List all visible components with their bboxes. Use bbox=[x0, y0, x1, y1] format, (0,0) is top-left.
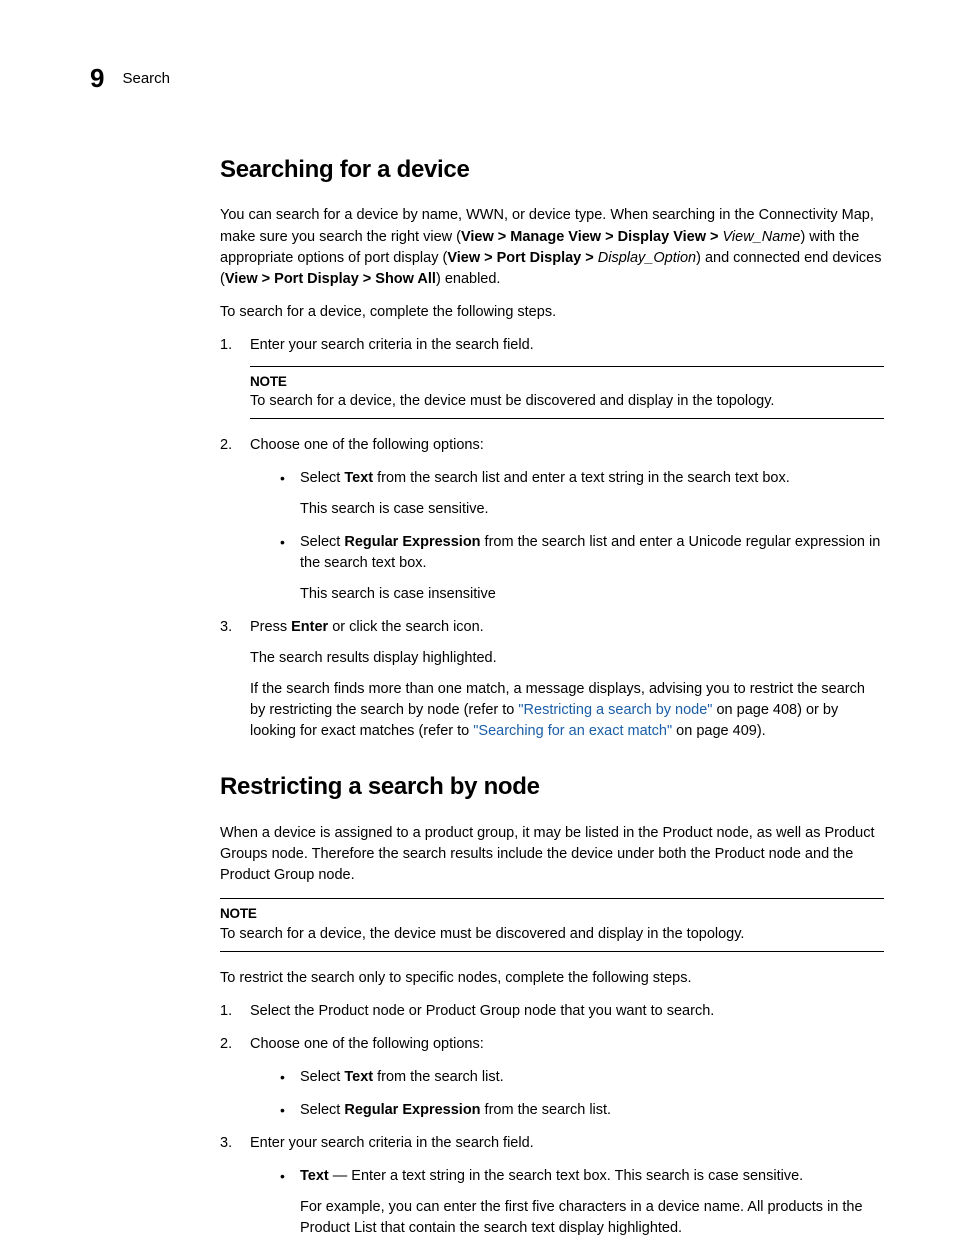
running-header: 9 Search bbox=[90, 60, 884, 98]
option-text: Text bbox=[300, 1168, 329, 1184]
key-enter: Enter bbox=[291, 619, 328, 635]
step-1: 1. Enter your search criteria in the sea… bbox=[220, 335, 884, 420]
text: Select bbox=[300, 1069, 344, 1085]
text: Press bbox=[250, 619, 291, 635]
steps-list-1: 1. Enter your search criteria in the sea… bbox=[220, 335, 884, 743]
bullet-text-option: Select Text from the search list and ent… bbox=[280, 468, 884, 520]
steps-list-2: 1. Select the Product node or Product Gr… bbox=[220, 1001, 884, 1239]
note-text: To search for a device, the device must … bbox=[220, 924, 884, 945]
step-text: Choose one of the following options: bbox=[250, 1036, 484, 1052]
step-text: Choose one of the following options: bbox=[250, 437, 484, 453]
text: on page 409). bbox=[672, 723, 766, 739]
menu-path-port-display: View > Port Display > bbox=[447, 250, 593, 266]
intro-paragraph-3: When a device is assigned to a product g… bbox=[220, 823, 884, 886]
option-text: Text bbox=[344, 470, 373, 486]
bullet-text-option: Select Text from the search list. bbox=[280, 1067, 884, 1088]
step-marker: 1. bbox=[220, 335, 232, 356]
intro-paragraph-1: You can search for a device by name, WWN… bbox=[220, 205, 884, 289]
content-area: Searching for a device You can search fo… bbox=[220, 153, 884, 1239]
menu-path-show-all: View > Port Display > Show All bbox=[225, 271, 436, 287]
step-text: Enter your search criteria in the search… bbox=[250, 337, 534, 353]
note-label: NOTE bbox=[250, 372, 884, 392]
placeholder-display-option: Display_Option bbox=[598, 250, 696, 266]
bullet-subtext: This search is case sensitive. bbox=[300, 499, 884, 520]
step-marker: 3. bbox=[220, 617, 232, 638]
option-regex: Regular Expression bbox=[344, 1102, 480, 1118]
text: — Enter a text string in the search text… bbox=[329, 1168, 803, 1184]
link-exact-match[interactable]: "Searching for an exact match" bbox=[473, 723, 672, 739]
bullet-list: Select Text from the search list and ent… bbox=[250, 468, 884, 605]
chapter-number: 9 bbox=[90, 60, 104, 98]
text: Select bbox=[300, 1102, 344, 1118]
note-label: NOTE bbox=[220, 904, 884, 924]
step-marker: 3. bbox=[220, 1133, 232, 1154]
note-box: NOTE To search for a device, the device … bbox=[220, 898, 884, 952]
intro-paragraph-4: To restrict the search only to specific … bbox=[220, 968, 884, 989]
bullet-list: Text — Enter a text string in the search… bbox=[250, 1166, 884, 1239]
chapter-title: Search bbox=[122, 68, 170, 90]
placeholder-view-name: View_Name bbox=[723, 229, 801, 245]
bullet-text-criteria: Text — Enter a text string in the search… bbox=[280, 1166, 884, 1239]
note-text: To search for a device, the device must … bbox=[250, 391, 884, 412]
step-3: 3. Enter your search criteria in the sea… bbox=[220, 1133, 884, 1239]
link-restricting-search[interactable]: "Restricting a search by node" bbox=[518, 702, 712, 718]
text: ) enabled. bbox=[436, 271, 501, 287]
step-marker: 2. bbox=[220, 1034, 232, 1055]
bullet-regex-option: Select Regular Expression from the searc… bbox=[280, 532, 884, 605]
option-text: Text bbox=[344, 1069, 373, 1085]
intro-paragraph-2: To search for a device, complete the fol… bbox=[220, 302, 884, 323]
step-subtext: If the search finds more than one match,… bbox=[250, 679, 884, 742]
step-marker: 2. bbox=[220, 435, 232, 456]
bullet-regex-option: Select Regular Expression from the searc… bbox=[280, 1100, 884, 1121]
bullet-subtext: For example, you can enter the first fiv… bbox=[300, 1197, 884, 1239]
step-subtext: The search results display highlighted. bbox=[250, 648, 884, 669]
option-regex: Regular Expression bbox=[344, 534, 480, 550]
text: from the search list. bbox=[373, 1069, 504, 1085]
bullet-subtext: This search is case insensitive bbox=[300, 584, 884, 605]
text: or click the search icon. bbox=[328, 619, 484, 635]
text: Select bbox=[300, 534, 344, 550]
text: from the search list. bbox=[481, 1102, 612, 1118]
step-3: 3. Press Enter or click the search icon.… bbox=[220, 617, 884, 742]
step-text: Enter your search criteria in the search… bbox=[250, 1135, 534, 1151]
step-marker: 1. bbox=[220, 1001, 232, 1022]
step-text: Select the Product node or Product Group… bbox=[250, 1003, 714, 1019]
note-box: NOTE To search for a device, the device … bbox=[250, 366, 884, 420]
text: Select bbox=[300, 470, 344, 486]
text: from the search list and enter a text st… bbox=[373, 470, 790, 486]
bullet-list: Select Text from the search list. Select… bbox=[250, 1067, 884, 1121]
step-1: 1. Select the Product node or Product Gr… bbox=[220, 1001, 884, 1022]
heading-restricting-search: Restricting a search by node bbox=[220, 770, 884, 805]
page: 9 Search Searching for a device You can … bbox=[0, 0, 954, 1235]
heading-searching-device: Searching for a device bbox=[220, 153, 884, 188]
menu-path-view: View > Manage View > Display View > bbox=[461, 229, 719, 245]
step-2: 2. Choose one of the following options: … bbox=[220, 435, 884, 605]
step-2: 2. Choose one of the following options: … bbox=[220, 1034, 884, 1121]
